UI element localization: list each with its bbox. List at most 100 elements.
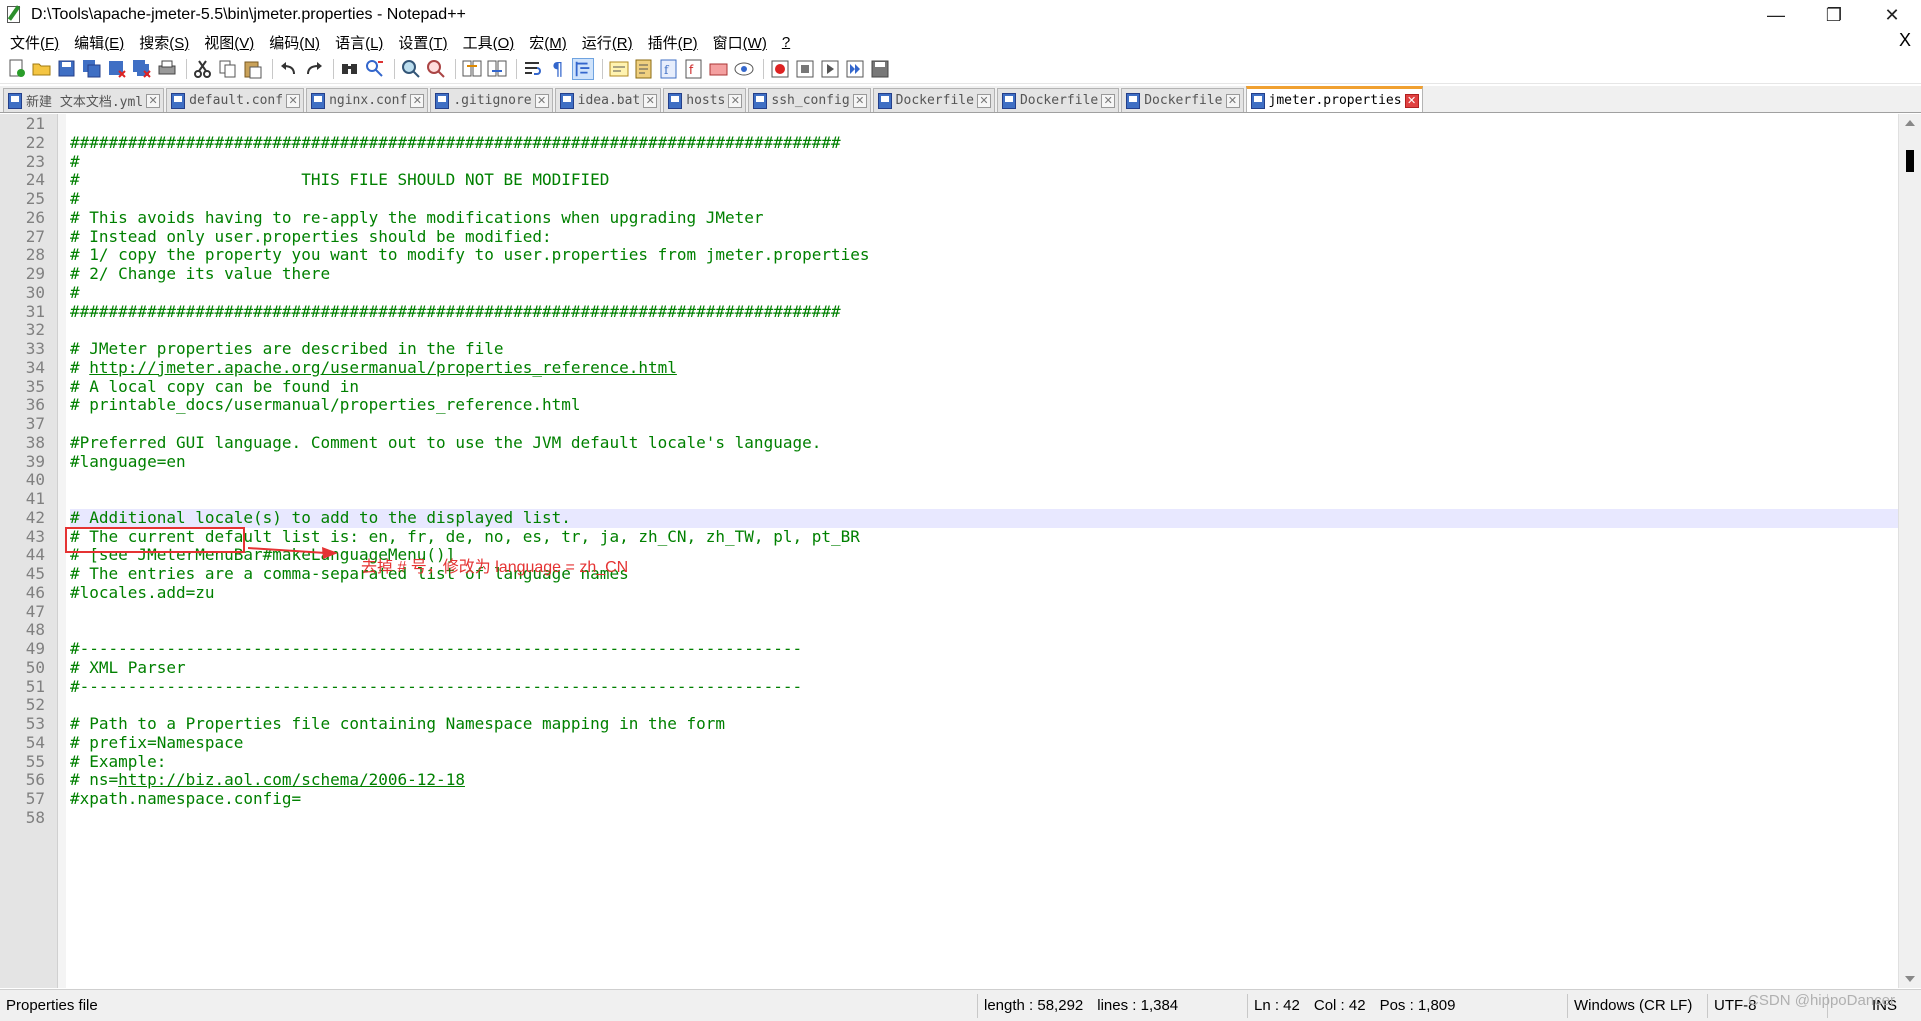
sync-vertical-icon[interactable] <box>461 58 483 80</box>
tab-3[interactable]: .gitignore ✕ <box>430 88 553 112</box>
tab-5[interactable]: hosts ✕ <box>663 88 747 112</box>
code-line[interactable] <box>70 415 1898 434</box>
code-line[interactable]: ########################################… <box>70 302 1898 322</box>
code-line[interactable]: # Example: <box>70 752 1898 772</box>
zoom-in-icon[interactable] <box>400 58 422 80</box>
code-line[interactable] <box>70 809 1898 828</box>
code-line[interactable]: # JMeter properties are described in the… <box>70 339 1898 359</box>
tab-close-icon[interactable]: ✕ <box>1404 93 1419 108</box>
code-line[interactable] <box>70 471 1898 490</box>
show-all-characters-icon[interactable]: ¶ <box>547 58 569 80</box>
code-line[interactable]: # This avoids having to re-apply the mod… <box>70 208 1898 228</box>
stop-record-icon[interactable] <box>794 58 816 80</box>
menu-item-11[interactable]: 窗口(W) <box>707 32 776 53</box>
code-line[interactable]: # ns=http://biz.aol.com/schema/2006-12-1… <box>70 770 1898 790</box>
folder-workspace-icon[interactable]: f <box>683 58 705 80</box>
scrollbar-thumb[interactable] <box>1906 150 1914 172</box>
close-all-icon[interactable] <box>131 58 153 80</box>
record-macro-icon[interactable] <box>769 58 791 80</box>
menu-item-12[interactable]: ? <box>776 34 799 51</box>
code-line[interactable]: # XML Parser <box>70 658 1898 678</box>
tab-1[interactable]: default.conf ✕ <box>166 88 305 112</box>
tab-7[interactable]: Dockerfile ✕ <box>872 88 995 112</box>
tab-10[interactable]: jmeter.properties ✕ <box>1245 86 1423 112</box>
menu-item-10[interactable]: 插件(P) <box>642 32 707 53</box>
scroll-up-icon[interactable] <box>1905 120 1915 126</box>
play-macro-icon[interactable] <box>819 58 841 80</box>
code-line[interactable] <box>70 603 1898 622</box>
save-all-icon[interactable] <box>81 58 103 80</box>
print-icon[interactable] <box>156 58 178 80</box>
open-file-icon[interactable] <box>31 58 53 80</box>
cut-icon[interactable] <box>192 58 214 80</box>
tab-9[interactable]: Dockerfile ✕ <box>1121 88 1244 112</box>
menu-item-6[interactable]: 设置(T) <box>392 32 456 53</box>
sync-horizontal-icon[interactable] <box>486 58 508 80</box>
menu-item-7[interactable]: 工具(O) <box>457 32 524 53</box>
code-line[interactable]: #locales.add=zu <box>70 583 1898 603</box>
menu-item-5[interactable]: 语言(L) <box>329 32 392 53</box>
code-text[interactable]: ########################################… <box>70 114 1898 988</box>
menu-item-0[interactable]: 文件(F) <box>4 32 68 53</box>
code-line[interactable]: # <box>70 189 1898 209</box>
code-line[interactable]: # The entries are a comma-separated list… <box>70 564 1898 584</box>
code-line[interactable]: # The current default list is: en, fr, d… <box>70 527 1898 547</box>
close-icon[interactable] <box>106 58 128 80</box>
tab-close-icon[interactable]: ✕ <box>1225 93 1240 108</box>
word-wrap-icon[interactable] <box>522 58 544 80</box>
doc-map-icon[interactable] <box>633 58 655 80</box>
code-line[interactable]: # printable_docs/usermanual/properties_r… <box>70 395 1898 415</box>
code-line[interactable]: # THIS FILE SHOULD NOT BE MODIFIED <box>70 170 1898 190</box>
code-line[interactable] <box>70 115 1898 134</box>
code-line[interactable]: #---------------------------------------… <box>70 639 1898 659</box>
menu-item-1[interactable]: 编辑(E) <box>68 32 133 53</box>
code-line[interactable]: # Additional locale(s) to add to the dis… <box>70 508 1898 528</box>
tab-close-icon[interactable]: ✕ <box>410 93 425 108</box>
save-icon[interactable] <box>56 58 78 80</box>
new-file-icon[interactable] <box>6 58 28 80</box>
code-line[interactable]: # <box>70 152 1898 172</box>
code-line[interactable] <box>70 490 1898 509</box>
close-window-button[interactable]: ✕ <box>1863 0 1921 30</box>
code-line[interactable]: #---------------------------------------… <box>70 677 1898 697</box>
scroll-down-icon[interactable] <box>1905 976 1915 982</box>
vertical-scrollbar[interactable] <box>1898 114 1921 988</box>
find-icon[interactable] <box>339 58 361 80</box>
code-line[interactable]: #Preferred GUI language. Comment out to … <box>70 433 1898 453</box>
save-macro-icon[interactable] <box>869 58 891 80</box>
tab-8[interactable]: Dockerfile ✕ <box>996 88 1120 112</box>
tab-close-icon[interactable]: ✕ <box>643 93 658 108</box>
paste-icon[interactable] <box>242 58 264 80</box>
copy-icon[interactable] <box>217 58 239 80</box>
document-list-icon[interactable] <box>708 58 730 80</box>
tab-close-icon[interactable]: ✕ <box>852 93 867 108</box>
code-line[interactable]: #language=en <box>70 452 1898 472</box>
tab-close-icon[interactable]: ✕ <box>1101 93 1116 108</box>
code-line[interactable]: ########################################… <box>70 133 1898 153</box>
menu-item-2[interactable]: 搜索(S) <box>133 32 198 53</box>
code-line[interactable]: # 1/ copy the property you want to modif… <box>70 245 1898 265</box>
menu-item-3[interactable]: 视图(V) <box>198 32 263 53</box>
menu-item-4[interactable]: 编码(N) <box>263 32 329 53</box>
close-document-button[interactable]: X <box>1899 30 1911 51</box>
undo-icon[interactable] <box>278 58 300 80</box>
url-link[interactable]: http://biz.aol.com/schema/2006-12-18 <box>118 770 465 789</box>
minimize-button[interactable]: — <box>1747 0 1805 30</box>
tab-6[interactable]: ssh_config ✕ <box>748 88 871 112</box>
tab-close-icon[interactable]: ✕ <box>534 93 549 108</box>
code-line[interactable]: # Instead only user.properties should be… <box>70 227 1898 247</box>
tab-0[interactable]: 新建 文本文档.yml ✕ <box>3 88 165 112</box>
menu-item-8[interactable]: 宏(M) <box>523 32 576 53</box>
monitoring-icon[interactable] <box>733 58 755 80</box>
tab-close-icon[interactable]: ✕ <box>286 93 301 108</box>
maximize-button[interactable]: ❐ <box>1805 0 1863 30</box>
replace-icon[interactable] <box>364 58 386 80</box>
code-line[interactable] <box>70 321 1898 340</box>
run-macro-multiple-icon[interactable] <box>844 58 866 80</box>
code-line[interactable]: # A local copy can be found in <box>70 377 1898 397</box>
tab-4[interactable]: idea.bat ✕ <box>554 88 662 112</box>
menu-item-9[interactable]: 运行(R) <box>576 32 642 53</box>
indent-guide-icon[interactable] <box>572 57 594 80</box>
code-line[interactable]: # prefix=Namespace <box>70 733 1898 753</box>
code-line[interactable]: # Path to a Properties file containing N… <box>70 714 1898 734</box>
